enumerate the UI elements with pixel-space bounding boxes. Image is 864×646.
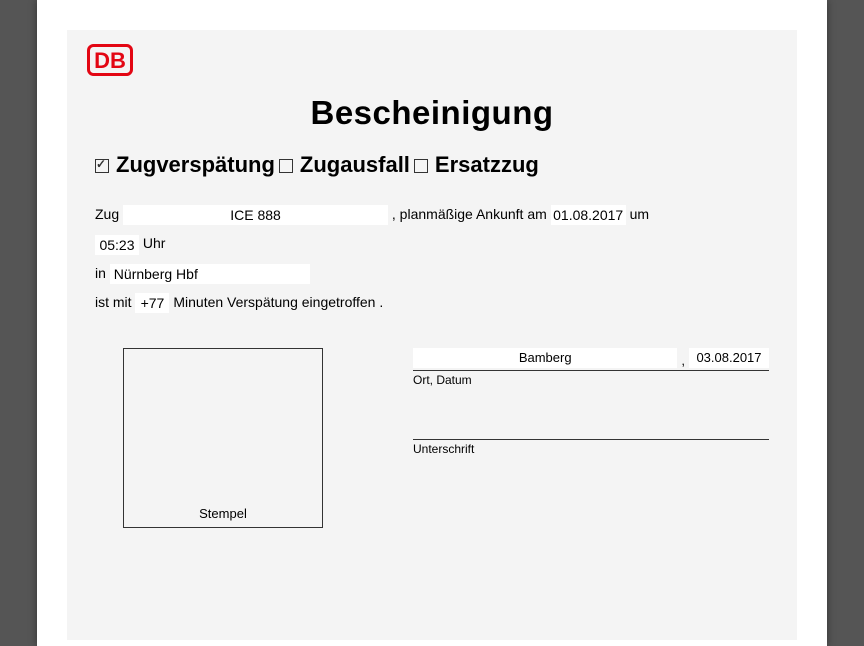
form-canvas: DB Bescheinigung Zugverspätung Zugausfal… [67,30,797,640]
label-min-versp: Minuten Verspätung eingetroffen . [173,294,383,310]
value-train: ICE 888 [123,205,388,225]
stamp-box: Stempel [123,348,323,528]
signature-block: Bamberg , 03.08.2017 Ort, Datum Untersch… [413,348,769,528]
caption-unterschrift: Unterschrift [413,442,769,456]
svg-text:DB: DB [94,48,126,73]
db-logo: DB [87,44,133,81]
stamp-label: Stempel [124,506,322,521]
value-sign-date: 03.08.2017 [689,348,769,368]
form-body: Zug ICE 888 , planmäßige Ankunft am 01.0… [95,200,769,318]
signature-rule [413,439,769,440]
value-arrival-time: 05:23 [95,235,139,255]
place-date-rule [413,370,769,371]
signature-field [413,387,769,437]
caption-ort-datum: Ort, Datum [413,373,769,387]
value-delay-minutes: +77 [135,293,169,313]
label-in: in [95,265,106,281]
value-station: Nürnberg Hbf [110,264,310,284]
pdf-page: DB Bescheinigung Zugverspätung Zugausfal… [37,0,827,646]
checkbox-cancelled[interactable] [279,159,293,173]
signature-area: Stempel Bamberg , 03.08.2017 Ort, Datum … [95,348,769,528]
label-ist-mit: ist mit [95,294,132,310]
checkbox-cancelled-label: Zugausfall [300,152,410,178]
checkbox-delay[interactable] [95,159,109,173]
label-comma: , [681,353,685,368]
value-sign-place: Bamberg [413,348,677,368]
value-arrival-date: 01.08.2017 [551,205,626,225]
label-zug: Zug [95,206,119,222]
checkbox-row: Zugverspätung Zugausfall Ersatzzug [95,152,769,178]
checkbox-replacement-label: Ersatzzug [435,152,539,178]
label-uhr: Uhr [143,235,166,251]
checkbox-delay-label: Zugverspätung [116,152,275,178]
page-title: Bescheinigung [95,94,769,132]
place-date-line: Bamberg , 03.08.2017 [413,348,769,368]
checkbox-replacement[interactable] [414,159,428,173]
label-um: um [630,206,649,222]
label-plan-ankunft: , planmäßige Ankunft am [392,206,547,222]
